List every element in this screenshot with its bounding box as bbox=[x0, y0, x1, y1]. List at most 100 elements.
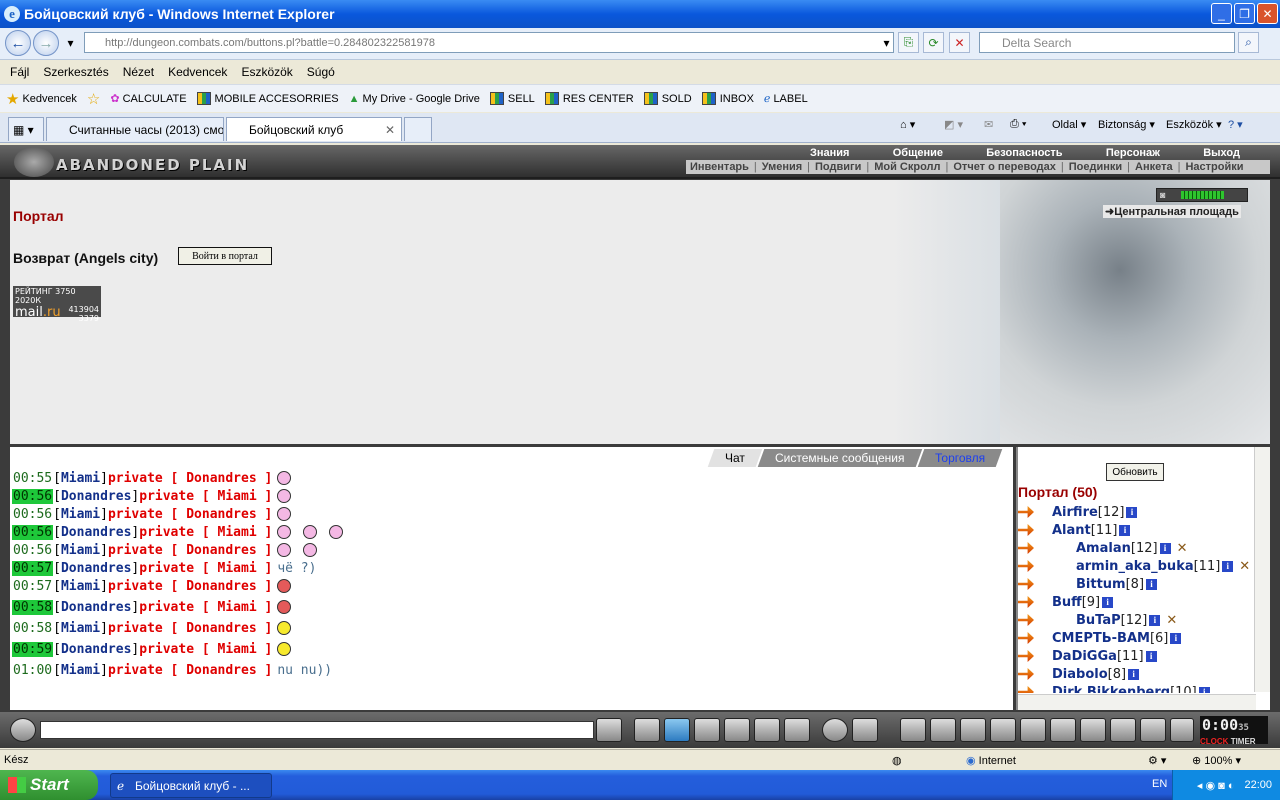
search-input[interactable]: Delta Search bbox=[979, 32, 1235, 53]
private-recipient[interactable]: private [ Donandres ] bbox=[108, 543, 272, 558]
smiley-icon[interactable] bbox=[822, 718, 848, 742]
address-dropdown-icon[interactable]: ▾ bbox=[876, 32, 897, 53]
user-info-icon[interactable]: i bbox=[1102, 596, 1114, 608]
quick-tabs-button[interactable]: ▦ ▾ bbox=[8, 117, 44, 141]
chat-time[interactable]: 00:57 bbox=[12, 579, 53, 594]
chat-sender[interactable]: Donandres bbox=[61, 489, 131, 504]
user-name[interactable]: СМЕРТЬ-ВАМ bbox=[1052, 631, 1150, 646]
fighter-icon[interactable] bbox=[724, 718, 750, 742]
private-arrow-icon[interactable] bbox=[1018, 686, 1034, 693]
chat-sender[interactable]: Miami bbox=[61, 471, 100, 486]
private-arrow-icon[interactable] bbox=[1018, 614, 1034, 626]
new-tab-button[interactable] bbox=[404, 117, 432, 141]
tab-1[interactable]: Считанные часы (2013) смо... bbox=[46, 117, 224, 141]
chat-time[interactable]: 00:56 bbox=[12, 488, 54, 504]
user-name[interactable]: DaDiGGa bbox=[1052, 649, 1117, 664]
chat-sender[interactable]: Miami bbox=[61, 621, 100, 636]
menu-knowledge[interactable]: Знания bbox=[810, 147, 849, 160]
refresh-users-button[interactable]: Обновить bbox=[1106, 463, 1164, 481]
central-square-link[interactable]: ➜Центральная площадь bbox=[1103, 205, 1241, 218]
chat-sender[interactable]: Miami bbox=[61, 507, 100, 522]
chat-sender[interactable]: Donandres bbox=[61, 525, 131, 540]
zoom-control[interactable]: ⊕ 100% ▾ bbox=[1192, 754, 1241, 767]
menu-view[interactable]: Nézet bbox=[123, 65, 154, 79]
house-icon[interactable] bbox=[1110, 718, 1136, 742]
favorites-button[interactable]: ★ Kedvencek bbox=[6, 90, 77, 108]
user-name[interactable]: Diabolo bbox=[1052, 667, 1108, 682]
enter-portal-button[interactable]: Войти в портал bbox=[178, 247, 272, 265]
user-info-icon[interactable]: i bbox=[1159, 542, 1171, 554]
user-info-icon[interactable]: i bbox=[1119, 524, 1131, 536]
chat-time[interactable]: 00:55 bbox=[12, 471, 53, 486]
sub-duels[interactable]: Поединки bbox=[1069, 161, 1122, 173]
treasure-icon[interactable] bbox=[990, 718, 1016, 742]
search-icon[interactable]: ⌕ bbox=[1238, 32, 1259, 53]
private-arrow-icon[interactable] bbox=[1018, 650, 1034, 662]
fav-sold[interactable]: SOLD bbox=[643, 92, 692, 105]
user-name[interactable]: Airfire bbox=[1052, 505, 1098, 520]
private-recipient[interactable]: private [ Donandres ] bbox=[108, 579, 272, 594]
start-button[interactable]: Start bbox=[0, 770, 98, 800]
menu-character[interactable]: Персонаж bbox=[1106, 147, 1160, 160]
chat-sender[interactable]: Miami bbox=[61, 579, 100, 594]
mask-icon[interactable] bbox=[1140, 718, 1166, 742]
private-recipient[interactable]: private [ Miami ] bbox=[139, 600, 272, 615]
private-arrow-icon[interactable] bbox=[1018, 524, 1034, 536]
private-recipient[interactable]: private [ Donandres ] bbox=[108, 507, 272, 522]
chat-sender[interactable]: Donandres bbox=[61, 642, 131, 657]
shield-icon[interactable] bbox=[1080, 718, 1106, 742]
close-button[interactable]: ✕ bbox=[1257, 3, 1278, 24]
taskbar-item-ie[interactable]: ℯ Бойцовский клуб - ... bbox=[110, 773, 272, 798]
menu-help[interactable]: Súgó bbox=[307, 65, 335, 79]
user-info-icon[interactable]: i bbox=[1170, 632, 1182, 644]
private-arrow-icon[interactable] bbox=[1018, 560, 1034, 572]
stop-icon[interactable]: ✕ bbox=[949, 32, 970, 53]
users-vertical-scrollbar[interactable] bbox=[1254, 447, 1270, 692]
menu-tools[interactable]: Eszközök bbox=[241, 65, 292, 79]
maximize-button[interactable]: ❐ bbox=[1234, 3, 1255, 24]
compatibility-icon[interactable]: ⎘ bbox=[898, 32, 919, 53]
private-recipient[interactable]: private [ Donandres ] bbox=[108, 471, 272, 486]
scroll-icon[interactable] bbox=[1020, 718, 1046, 742]
eraser-icon[interactable] bbox=[634, 718, 660, 742]
sub-my-scroll[interactable]: Мой Скролл bbox=[874, 161, 940, 173]
feeds-icon[interactable]: ◩ ▾ bbox=[944, 118, 963, 131]
user-name[interactable]: armin_aka_buka bbox=[1076, 559, 1194, 574]
home-icon[interactable]: ⌂ ▾ bbox=[900, 118, 915, 131]
users-horizontal-scrollbar[interactable] bbox=[1018, 694, 1256, 710]
user-name[interactable]: Dirk Bikkenberg bbox=[1052, 685, 1170, 694]
print-icon[interactable]: ⎙ ▾ bbox=[1010, 118, 1026, 131]
language-indicator[interactable]: EN bbox=[1152, 778, 1167, 790]
mail-icon[interactable]: ✉ bbox=[984, 118, 993, 131]
protected-mode-icon[interactable]: ◍ bbox=[892, 754, 902, 767]
hand-icon[interactable] bbox=[784, 718, 810, 742]
chat-time[interactable]: 00:58 bbox=[12, 599, 54, 615]
address-bar[interactable]: http://dungeon.combats.com/buttons.pl?ba… bbox=[84, 32, 894, 53]
send-enter-icon[interactable] bbox=[596, 718, 622, 742]
menu-file[interactable]: Fájl bbox=[10, 65, 29, 79]
spell-icon[interactable] bbox=[930, 718, 956, 742]
chat-sender[interactable]: Donandres bbox=[61, 561, 131, 576]
private-recipient[interactable]: private [ Miami ] bbox=[139, 525, 272, 540]
settings-gear-icon[interactable] bbox=[852, 718, 878, 742]
private-recipient[interactable]: private [ Miami ] bbox=[139, 489, 272, 504]
money-bag-icon[interactable] bbox=[960, 718, 986, 742]
fav-mobile-accesorries[interactable]: MOBILE ACCESORRIES bbox=[196, 92, 339, 105]
close-tab-icon[interactable]: ✕ bbox=[385, 123, 395, 137]
user-info-icon[interactable]: i bbox=[1128, 668, 1140, 680]
user-info-icon[interactable]: i bbox=[1145, 650, 1157, 662]
history-dropdown-icon[interactable]: ▾ bbox=[60, 32, 81, 53]
translit-icon[interactable] bbox=[754, 718, 780, 742]
fav-calculate[interactable]: ✿ CALCULATE bbox=[110, 92, 186, 106]
user-info-icon[interactable]: i bbox=[1198, 686, 1210, 693]
filter-icon[interactable] bbox=[664, 718, 690, 742]
user-name[interactable]: Alant bbox=[1052, 523, 1091, 538]
chat-time[interactable]: 00:59 bbox=[12, 641, 54, 657]
user-name[interactable]: Bittum bbox=[1076, 577, 1126, 592]
safety-menu[interactable]: Biztonság ▾ bbox=[1098, 118, 1155, 132]
sub-transfer-report[interactable]: Отчет о переводах bbox=[953, 161, 1056, 173]
fav-inbox[interactable]: INBOX bbox=[701, 92, 754, 105]
chat-time[interactable]: 00:56 bbox=[12, 524, 54, 540]
fav-res-center[interactable]: RES CENTER bbox=[544, 92, 634, 105]
chat-time[interactable]: 00:58 bbox=[12, 621, 53, 636]
